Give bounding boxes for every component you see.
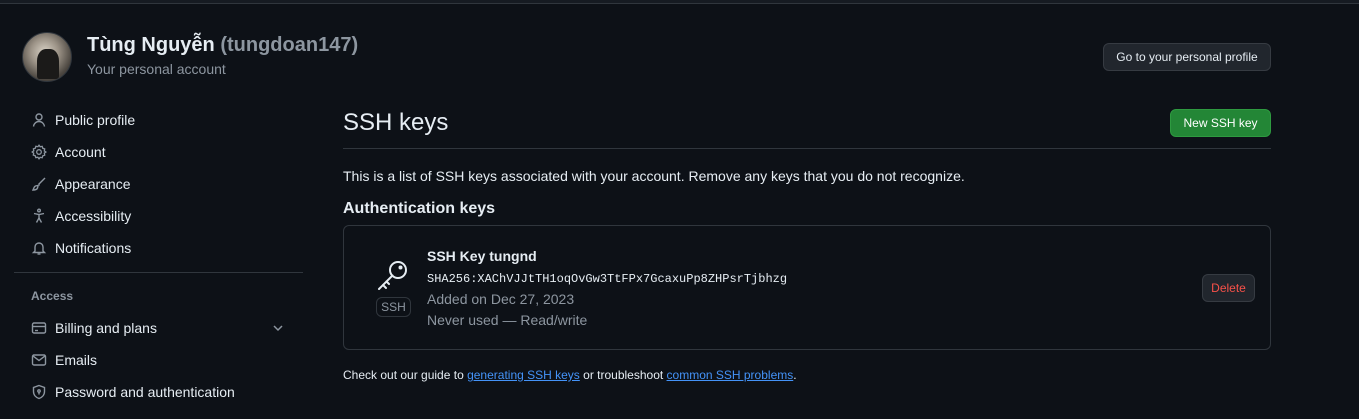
ssh-keys-panel: SSH keys New SSH key This is a list of S… [343, 104, 1271, 382]
new-ssh-key-button[interactable]: New SSH key [1170, 109, 1271, 137]
ssh-help-note: Check out our guide to generating SSH ke… [343, 368, 797, 382]
sidebar-item-public-profile[interactable]: Public profile [14, 104, 303, 136]
sidebar-divider [14, 272, 303, 273]
sidebar-item-label: Appearance [55, 176, 131, 192]
person-icon [31, 112, 47, 128]
credit-card-icon [31, 320, 47, 336]
generating-ssh-keys-link[interactable]: generating SSH keys [467, 368, 580, 382]
username: (tungdoan147) [220, 34, 359, 56]
chevron-down-icon[interactable] [270, 320, 286, 336]
page-description: This is a list of SSH keys associated wi… [343, 168, 965, 184]
help-middle: or troubleshoot [579, 368, 667, 382]
mail-icon [31, 352, 47, 368]
ssh-badge: SSH [376, 297, 411, 317]
sidebar-item-password-authentication[interactable]: Password and authentication [14, 376, 303, 408]
account-header: Tùng Nguyễn (tungdoan147) Your personal … [22, 32, 1272, 82]
authentication-keys-heading: Authentication keys [343, 200, 496, 217]
sidebar-item-label: Billing and plans [55, 320, 157, 336]
help-prefix: Check out our guide to [343, 368, 468, 382]
delete-key-button[interactable]: Delete [1202, 274, 1255, 302]
sidebar-item-notifications[interactable]: Notifications [14, 232, 303, 264]
top-border [0, 0, 1359, 4]
paintbrush-icon [31, 176, 47, 192]
common-ssh-problems-link[interactable]: common SSH problems [667, 368, 794, 382]
ssh-key-added-date: Added on Dec 27, 2023 [427, 291, 575, 307]
sidebar-item-label: Account [55, 144, 106, 160]
avatar[interactable] [22, 32, 72, 82]
sidebar-item-billing[interactable]: Billing and plans [14, 312, 303, 344]
sidebar-item-label: Notifications [55, 240, 132, 256]
settings-sidebar: Public profile Account Appearance Access… [14, 104, 303, 408]
shield-lock-icon [31, 384, 47, 400]
go-to-profile-button[interactable]: Go to your personal profile [1103, 43, 1271, 71]
ssh-key-fingerprint: SHA256:XAChVJJtTH1oqOvGw3TtFPx7GcaxuPp8Z… [427, 272, 788, 286]
gear-icon [31, 144, 47, 160]
accessibility-icon [31, 208, 47, 224]
account-subtitle: Your personal account [87, 61, 226, 77]
sidebar-section-access: Access [31, 289, 74, 303]
sidebar-item-appearance[interactable]: Appearance [14, 168, 303, 200]
help-suffix: . [793, 368, 797, 382]
sidebar-item-emails[interactable]: Emails [14, 344, 303, 376]
sidebar-item-accessibility[interactable]: Accessibility [14, 200, 303, 232]
ssh-key-list-item: SSH SSH Key tungnd SHA256:XAChVJJtTH1oqO… [343, 225, 1271, 350]
ssh-key-usage: Never used — Read/write [427, 312, 588, 328]
ssh-key-title: SSH Key tungnd [427, 248, 537, 264]
sidebar-item-account[interactable]: Account [14, 136, 303, 168]
display-name[interactable]: Tùng Nguyễn [87, 34, 215, 56]
bell-icon [31, 240, 47, 256]
key-icon [376, 258, 410, 292]
sidebar-item-label: Password and authentication [55, 384, 235, 400]
account-name: Tùng Nguyễn (tungdoan147) [87, 34, 358, 57]
sidebar-item-label: Public profile [55, 112, 136, 128]
sidebar-item-label: Accessibility [55, 208, 132, 224]
page-header: SSH keys New SSH key [343, 104, 1271, 149]
page-title: SSH keys [343, 109, 449, 136]
sidebar-item-label: Emails [55, 352, 98, 368]
